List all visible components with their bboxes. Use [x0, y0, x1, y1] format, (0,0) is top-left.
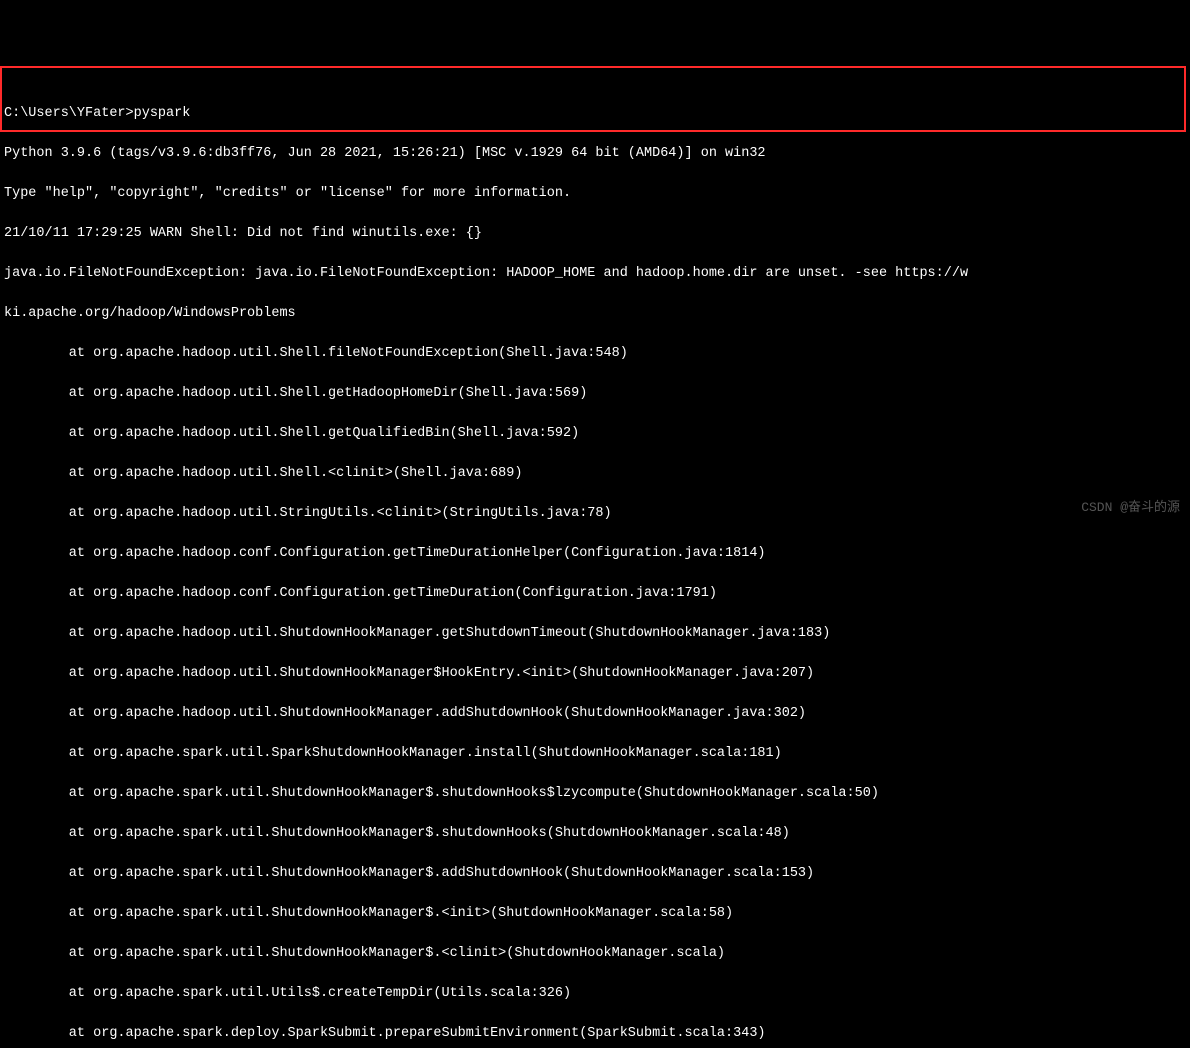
stack-line: at org.apache.spark.util.ShutdownHookMan… [4, 904, 1186, 924]
stack-line: at org.apache.hadoop.conf.Configuration.… [4, 584, 1186, 604]
prompt-command: pyspark [134, 106, 191, 121]
stack-line: at org.apache.hadoop.util.ShutdownHookMa… [4, 624, 1186, 644]
warn-line-2: java.io.FileNotFoundException: java.io.F… [4, 264, 1186, 284]
stack-line: at org.apache.spark.util.ShutdownHookMan… [4, 864, 1186, 884]
prompt-line: C:\Users\YFater>pyspark [4, 104, 1186, 124]
python-help-line: Type "help", "copyright", "credits" or "… [4, 184, 1186, 204]
python-version-line: Python 3.9.6 (tags/v3.9.6:db3ff76, Jun 2… [4, 144, 1186, 164]
stack-line: at org.apache.hadoop.util.Shell.getHadoo… [4, 384, 1186, 404]
stack-line: at org.apache.spark.util.SparkShutdownHo… [4, 744, 1186, 764]
stack-line: at org.apache.spark.util.ShutdownHookMan… [4, 784, 1186, 804]
stack-line: at org.apache.spark.util.ShutdownHookMan… [4, 824, 1186, 844]
stack-line: at org.apache.spark.util.Utils$.createTe… [4, 984, 1186, 1004]
watermark: CSDN @奋斗的源 [1081, 498, 1180, 518]
stack-line: at org.apache.hadoop.util.Shell.<clinit>… [4, 464, 1186, 484]
warn-line-3: ki.apache.org/hadoop/WindowsProblems [4, 304, 1186, 324]
stack-line: at org.apache.spark.util.ShutdownHookMan… [4, 944, 1186, 964]
stack-line: at org.apache.spark.deploy.SparkSubmit.p… [4, 1024, 1186, 1044]
stack-line: at org.apache.hadoop.conf.Configuration.… [4, 544, 1186, 564]
stack-line: at org.apache.hadoop.util.ShutdownHookMa… [4, 664, 1186, 684]
stack-line: at org.apache.hadoop.util.Shell.getQuali… [4, 424, 1186, 444]
stack-line: at org.apache.hadoop.util.Shell.fileNotF… [4, 344, 1186, 364]
stack-line: at org.apache.hadoop.util.ShutdownHookMa… [4, 704, 1186, 724]
prompt-path: C:\Users\YFater> [4, 106, 134, 121]
stack-line: at org.apache.hadoop.util.StringUtils.<c… [4, 504, 1186, 524]
warn-line-1: 21/10/11 17:29:25 WARN Shell: Did not fi… [4, 224, 1186, 244]
terminal-output: C:\Users\YFater>pyspark Python 3.9.6 (ta… [0, 80, 1190, 1048]
